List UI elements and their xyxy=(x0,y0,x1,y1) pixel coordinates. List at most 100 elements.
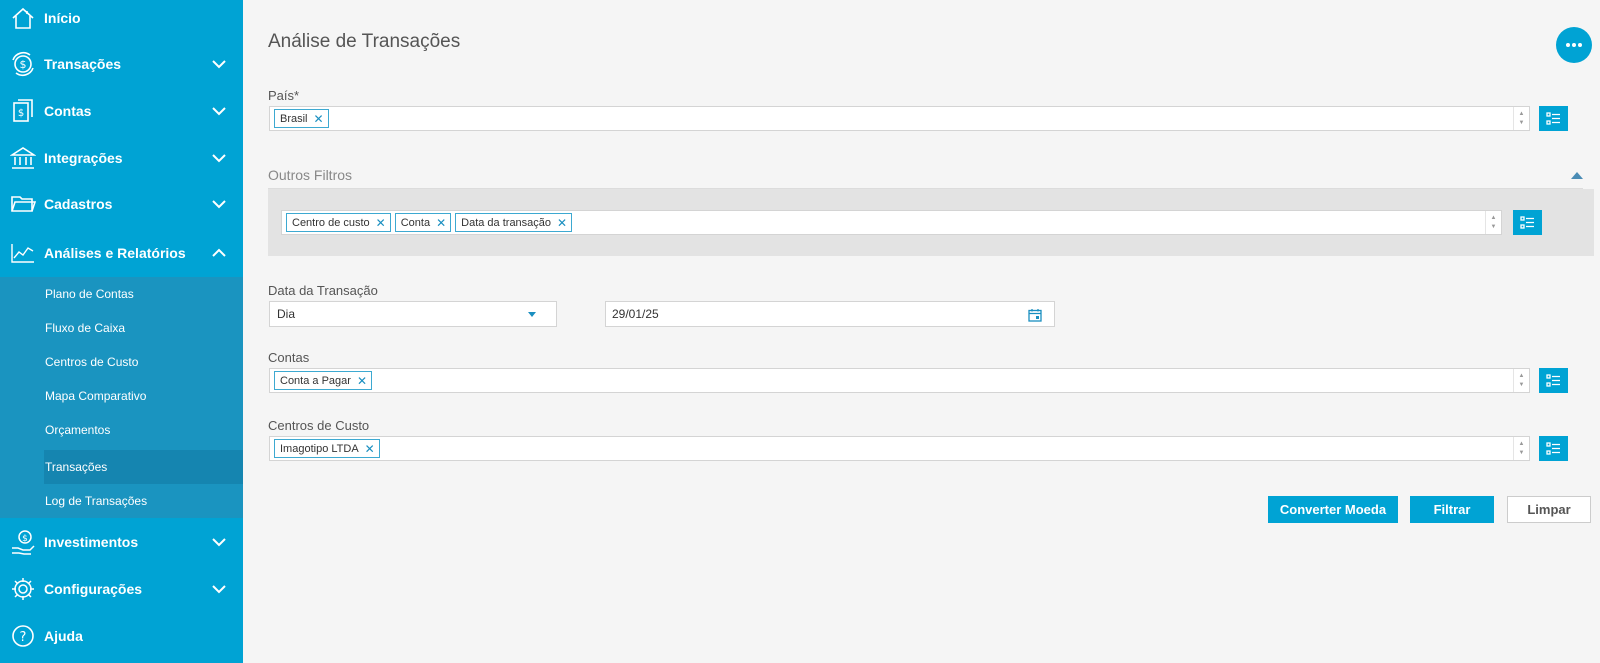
ellipsis-icon xyxy=(1566,43,1582,47)
document-money-icon: $ xyxy=(10,98,36,124)
clear-button[interactable]: Limpar xyxy=(1507,496,1591,523)
home-icon xyxy=(10,5,36,31)
remove-tag-icon[interactable]: ✕ xyxy=(557,217,567,229)
pais-list-button[interactable] xyxy=(1539,106,1568,131)
main-content: Análise de Transações País* Brasil ✕ ▲ ▼ … xyxy=(243,0,1600,663)
tag-label: Conta xyxy=(400,216,431,229)
sidebar-item-label: Início xyxy=(44,9,81,26)
remove-tag-icon[interactable]: ✕ xyxy=(365,443,375,455)
submenu-item-label: Orçamentos xyxy=(45,423,111,437)
chevron-down-icon[interactable] xyxy=(211,150,227,166)
submenu-item-log-de-transacoes[interactable]: Log de Transações xyxy=(0,484,243,518)
svg-text:$: $ xyxy=(20,58,27,71)
tag-label: Brasil xyxy=(280,112,308,125)
scroll-spinner[interactable]: ▲ ▼ xyxy=(1513,437,1529,460)
page-title: Análise de Transações xyxy=(268,31,461,52)
period-select[interactable]: Dia xyxy=(269,301,557,327)
scroll-spinner[interactable]: ▲ ▼ xyxy=(1513,107,1529,130)
chevron-down-icon[interactable] xyxy=(211,196,227,212)
sidebar-item-label: Ajuda xyxy=(44,627,83,644)
more-options-button[interactable] xyxy=(1556,27,1592,63)
collapse-up-icon[interactable] xyxy=(1571,171,1583,179)
outros-filtros-multiselect[interactable]: Centro de custo ✕ Conta ✕ Data da transa… xyxy=(281,210,1502,235)
data-transacao-label: Data da Transação xyxy=(268,283,378,298)
contas-multiselect[interactable]: Conta a Pagar ✕ ▲ ▼ xyxy=(269,368,1530,393)
submenu-item-label: Plano de Contas xyxy=(45,287,134,301)
remove-tag-icon[interactable]: ✕ xyxy=(314,113,324,125)
sidebar-item-inicio[interactable]: Início xyxy=(0,0,243,41)
sidebar-item-transacoes[interactable]: $ Transações xyxy=(0,40,243,87)
tag-pais: Brasil ✕ xyxy=(274,109,329,128)
submenu-item-label: Mapa Comparativo xyxy=(45,389,147,403)
chevron-down-icon[interactable] xyxy=(211,534,227,550)
sidebar-item-ajuda[interactable]: ? Ajuda xyxy=(0,612,243,659)
tag-data-da-transacao: Data da transação ✕ xyxy=(455,213,573,232)
submenu-item-label: Centros de Custo xyxy=(45,355,139,369)
date-input-value: 29/01/25 xyxy=(612,307,659,321)
tag-centro-de-custo: Centro de custo ✕ xyxy=(286,213,391,232)
chevron-down-icon[interactable] xyxy=(211,56,227,72)
svg-text:$: $ xyxy=(18,108,24,119)
submenu-item-label: Log de Transações xyxy=(45,494,148,508)
remove-tag-icon[interactable]: ✕ xyxy=(357,375,367,387)
remove-tag-icon[interactable]: ✕ xyxy=(436,217,446,229)
sidebar: Início $ Transações $ Contas Integrações xyxy=(0,0,243,663)
tag-label: Data da transação xyxy=(461,216,552,229)
outros-filtros-list-button[interactable] xyxy=(1513,210,1542,235)
date-input[interactable]: 29/01/25 xyxy=(605,301,1055,327)
chart-line-icon xyxy=(10,240,36,266)
section-title: Outros Filtros xyxy=(268,167,353,183)
outros-filtros-panel: Centro de custo ✕ Conta ✕ Data da transa… xyxy=(268,189,1594,256)
scroll-spinner[interactable]: ▲ ▼ xyxy=(1485,211,1501,234)
remove-tag-icon[interactable]: ✕ xyxy=(376,217,386,229)
contas-label: Contas xyxy=(268,350,310,365)
centros-custo-multiselect[interactable]: Imagotipo LTDA ✕ ▲ ▼ xyxy=(269,436,1530,461)
submenu-item-plano-de-contas[interactable]: Plano de Contas xyxy=(0,277,243,311)
period-select-value: Dia xyxy=(277,307,296,321)
filter-button[interactable]: Filtrar xyxy=(1410,496,1494,523)
submenu-item-transacoes[interactable]: Transações xyxy=(44,450,243,484)
pais-multiselect[interactable]: Brasil ✕ ▲ ▼ xyxy=(269,106,1530,131)
chevron-up-icon[interactable] xyxy=(211,245,227,261)
sidebar-item-label: Integrações xyxy=(44,149,123,166)
caret-down-icon xyxy=(528,312,536,317)
submenu-item-mapa-comparativo[interactable]: Mapa Comparativo xyxy=(0,379,243,413)
tag-conta: Conta ✕ xyxy=(394,213,452,232)
contas-list-button[interactable] xyxy=(1539,368,1568,393)
outros-filtros-header[interactable]: Outros Filtros xyxy=(268,163,1583,189)
submenu-item-orcamentos[interactable]: Orçamentos xyxy=(0,413,243,447)
sidebar-item-integracoes[interactable]: Integrações xyxy=(0,134,243,181)
checklist-icon xyxy=(1546,112,1560,125)
scroll-spinner[interactable]: ▲ ▼ xyxy=(1513,369,1529,392)
chevron-down-icon[interactable] xyxy=(211,581,227,597)
centros-custo-label: Centros de Custo xyxy=(268,418,370,433)
submenu-item-centros-de-custo[interactable]: Centros de Custo xyxy=(0,345,243,379)
tag-label: Conta a Pagar xyxy=(280,374,351,387)
sidebar-item-label: Contas xyxy=(44,102,92,119)
tag-label: Centro de custo xyxy=(292,216,370,229)
tag-label: Imagotipo LTDA xyxy=(280,442,359,455)
bank-icon xyxy=(10,145,36,171)
chevron-down-icon[interactable] xyxy=(211,103,227,119)
svg-text:$: $ xyxy=(22,534,28,544)
sidebar-item-configuracoes[interactable]: Configurações xyxy=(0,565,243,612)
tag-conta-a-pagar: Conta a Pagar ✕ xyxy=(274,371,372,390)
submenu-item-label: Fluxo de Caixa xyxy=(45,321,126,335)
svg-text:?: ? xyxy=(20,630,27,645)
centros-custo-list-button[interactable] xyxy=(1539,436,1568,461)
sidebar-item-label: Análises e Relatórios xyxy=(44,244,186,261)
convert-currency-button[interactable]: Converter Moeda xyxy=(1268,496,1398,523)
sidebar-item-investimentos[interactable]: $ Investimentos xyxy=(0,518,243,565)
sidebar-item-label: Investimentos xyxy=(44,533,139,550)
sidebar-item-cadastros[interactable]: Cadastros xyxy=(0,180,243,227)
calendar-icon[interactable] xyxy=(1028,308,1042,322)
sidebar-item-label: Cadastros xyxy=(44,195,113,212)
help-icon: ? xyxy=(10,623,36,649)
sidebar-item-contas[interactable]: $ Contas xyxy=(0,87,243,134)
checklist-icon xyxy=(1546,442,1560,455)
checklist-icon xyxy=(1520,216,1534,229)
sidebar-item-analises-relatorios[interactable]: Análises e Relatórios xyxy=(0,229,243,276)
submenu-item-fluxo-de-caixa[interactable]: Fluxo de Caixa xyxy=(0,311,243,345)
hand-coin-icon: $ xyxy=(10,529,36,555)
tag-imagotipo-ltda: Imagotipo LTDA ✕ xyxy=(274,439,380,458)
